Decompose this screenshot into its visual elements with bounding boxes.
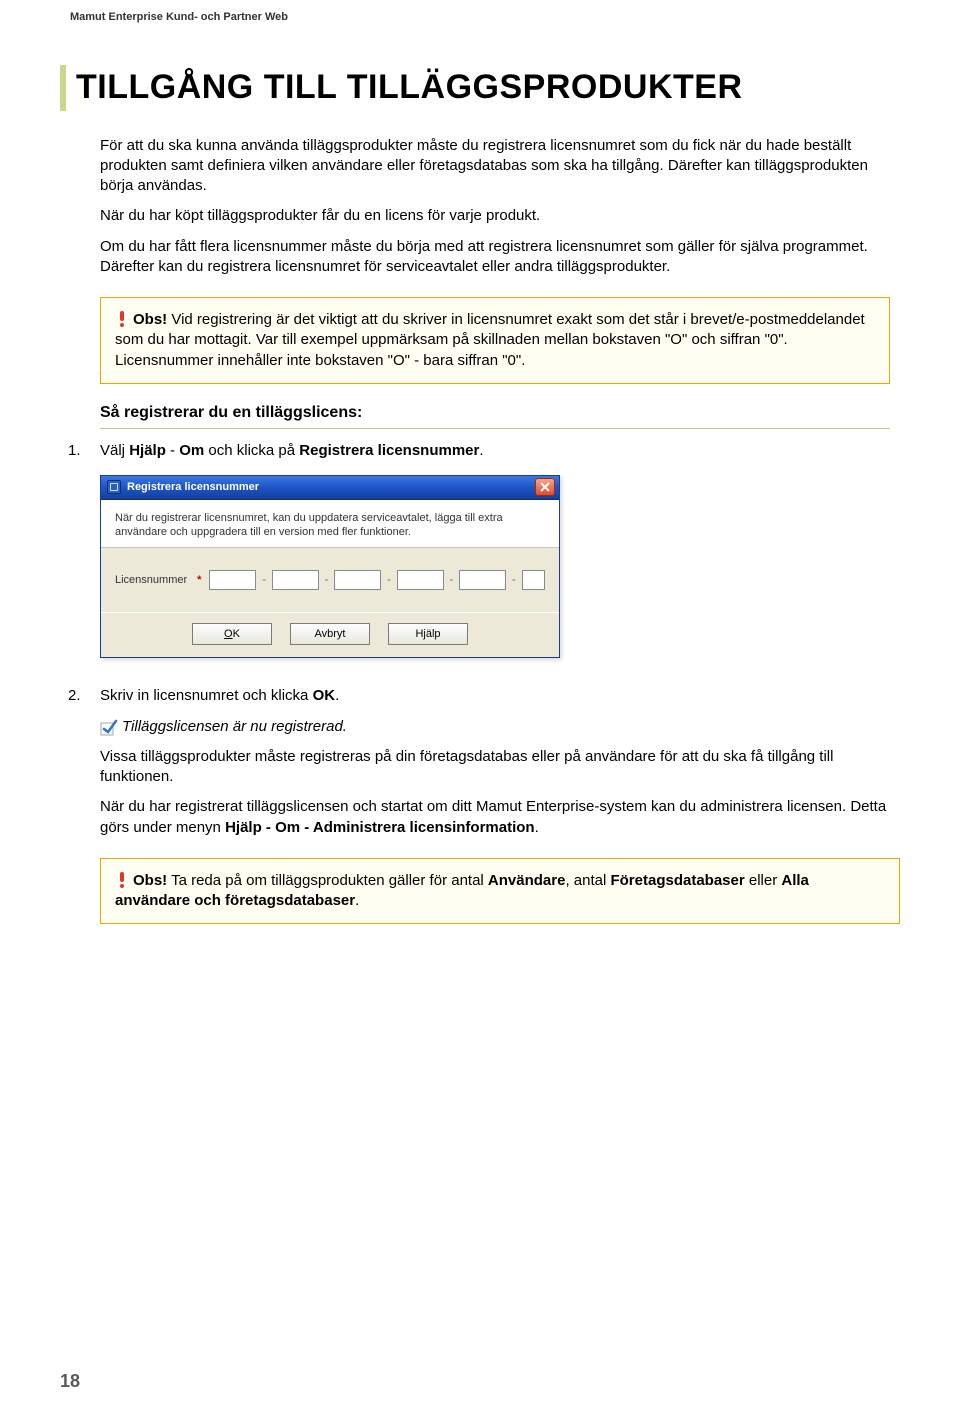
step-1-mid: - [166,442,179,459]
step-1-bold2: Om [179,442,204,459]
note-box-2: Obs! Ta reda på om tilläggsprodukten gäl… [100,858,900,925]
exclamation-icon [115,871,129,889]
dialog-title: Registrera licensnummer [127,480,535,495]
page-number: 18 [60,1369,80,1393]
step-2-text: Skriv in licensnumret och klicka OK. [100,686,900,706]
note-box-1: Obs! Vid registrering är det viktigt att… [100,297,890,384]
page-title: TILLGÅNG TILL TILLÄGGSPRODUKTER [76,65,900,111]
note-1-bold: Obs! [133,311,167,328]
license-segment-3[interactable] [334,570,381,590]
dialog-help-button[interactable]: Hjälp [388,623,468,645]
note-2-bold: Obs! [133,872,167,889]
dialog-info-text: När du registrerar licensnumret, kan du … [101,501,559,549]
step-2-para-2: När du har registrerat tilläggslicensen … [100,797,900,838]
step-2-bold: OK [313,687,336,704]
step-1-text: Välj Hjälp - Om och klicka på Registrera… [100,441,900,461]
license-segment-1[interactable] [209,570,256,590]
note-2-mid1: , antal [565,872,610,889]
step-1-mid2: och klicka på [204,442,299,459]
note-1-text: Vid registrering är det viktigt att du s… [115,311,865,369]
note-2-b1: Användare [488,872,566,889]
step-1-number: 1. [60,441,100,461]
dialog-titlebar: Registrera licensnummer [101,476,559,500]
step-1-bold3: Registrera licensnummer [299,442,479,459]
note-2-pre: Ta reda på om tilläggsprodukten gäller f… [167,872,488,889]
license-segment-2[interactable] [272,570,319,590]
check-icon [100,718,118,736]
divider [100,428,890,429]
required-asterisk: * [197,573,201,588]
dialog-close-button[interactable] [535,478,555,496]
document-header: Mamut Enterprise Kund- och Partner Web [60,10,900,25]
step-2-confirm-text: Tilläggslicensen är nu registrerad. [122,718,347,735]
title-bar: TILLGÅNG TILL TILLÄGGSPRODUKTER [60,65,900,111]
intro-para-1: För att du ska kunna använda tilläggspro… [100,136,890,197]
step-1-post: . [479,442,483,459]
note-2-mid2: eller [745,872,782,889]
license-segment-4[interactable] [397,570,444,590]
note-2-post: . [355,892,359,909]
dialog-app-icon [107,480,121,494]
exclamation-icon [115,310,129,328]
step-2-pre: Skriv in licensnumret och klicka [100,687,313,704]
step-2-number: 2. [60,686,100,706]
step-2-p2-bold: Hjälp - Om - Administrera licensinformat… [225,819,535,836]
dialog-ok-button[interactable]: OK [192,623,272,645]
step-1-bold1: Hjälp [129,442,166,459]
step-2-post: . [335,687,339,704]
intro-para-3: Om du har fått flera licensnummer måste … [100,237,890,278]
step-2-confirm: Tilläggslicensen är nu registrerad. [100,717,900,737]
step-2-para-1: Vissa tilläggsprodukter måste registrera… [100,747,900,788]
register-license-dialog: Registrera licensnummer När du registrer… [100,475,560,659]
dialog-cancel-button[interactable]: Avbryt [290,623,370,645]
license-segment-6[interactable] [522,570,545,590]
intro-para-2: När du har köpt tilläggsprodukter får du… [100,206,890,226]
note-2-b2: Företagsdatabaser [610,872,744,889]
procedure-heading: Så registrerar du en tilläggslicens: [100,402,890,424]
license-label: Licensnummer [115,573,187,588]
step-2-p2-post: . [535,819,539,836]
step-1-pre: Välj [100,442,129,459]
license-segment-5[interactable] [459,570,506,590]
